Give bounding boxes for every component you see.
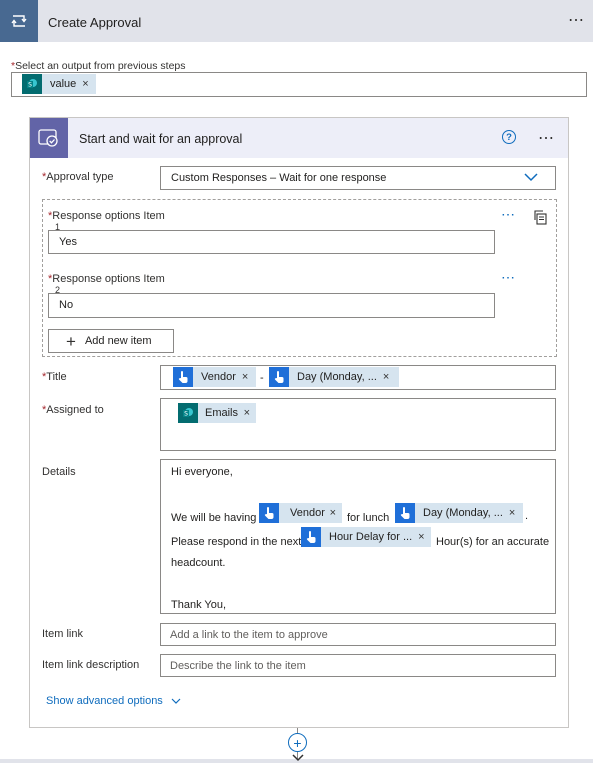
approval-type-value: Custom Responses – Wait for one response bbox=[171, 172, 387, 184]
output-select-label-text: Select an output from previous steps bbox=[15, 60, 186, 72]
token-remove-button[interactable]: × bbox=[509, 507, 521, 519]
response-option-1-value: Yes bbox=[59, 236, 77, 248]
assigned-to-label: *Assigned to bbox=[42, 404, 104, 416]
token-remove-button[interactable]: × bbox=[418, 531, 430, 543]
hand-pointer-icon bbox=[395, 503, 415, 523]
response-option-1-more-button[interactable]: ⋯ bbox=[501, 206, 516, 223]
item-link-placeholder: Add a link to the item to approve bbox=[170, 629, 328, 641]
token-label: Vendor bbox=[290, 507, 325, 519]
sharepoint-icon: S bbox=[178, 403, 198, 423]
details-line4: headcount. bbox=[171, 557, 226, 569]
token-label: Day (Monday, ... bbox=[423, 507, 503, 519]
response-option-1-label: *Response options Item bbox=[48, 210, 165, 222]
add-new-item-button[interactable]: + Add new item bbox=[48, 329, 174, 353]
details-label: Details bbox=[42, 466, 76, 478]
details-greeting: Hi everyone, bbox=[171, 466, 233, 478]
approval-icon bbox=[30, 118, 68, 158]
token-vendor[interactable]: Vendor × bbox=[259, 503, 342, 523]
svg-text:S: S bbox=[28, 82, 32, 89]
svg-text:S: S bbox=[184, 411, 188, 418]
help-icon[interactable]: ? bbox=[502, 130, 516, 144]
details-line2-suffix: . bbox=[525, 510, 529, 522]
copy-icon[interactable] bbox=[533, 209, 548, 228]
token-label: Day (Monday, ... bbox=[297, 371, 377, 383]
token-vendor[interactable]: Vendor × bbox=[173, 367, 256, 387]
response-option-1-input[interactable] bbox=[48, 230, 495, 254]
response-option-2-input[interactable] bbox=[48, 293, 495, 318]
item-link-description-placeholder: Describe the link to the item bbox=[170, 660, 306, 672]
approval-type-label: *Approval type bbox=[42, 171, 114, 183]
title-separator: - bbox=[260, 372, 264, 384]
token-remove-button[interactable]: × bbox=[330, 507, 342, 519]
token-value[interactable]: S value × bbox=[22, 74, 96, 94]
show-advanced-options-label: Show advanced options bbox=[46, 695, 163, 707]
response-option-2-more-button[interactable]: ⋯ bbox=[501, 269, 516, 286]
hand-pointer-icon bbox=[259, 503, 279, 523]
loop-icon bbox=[0, 0, 38, 42]
arrow-down-icon bbox=[292, 753, 304, 765]
response-option-2-value: No bbox=[59, 299, 74, 311]
item-link-description-label: Item link description bbox=[42, 659, 140, 671]
response-option-2-label-text: Response options Item bbox=[52, 273, 165, 285]
token-label: Vendor bbox=[201, 371, 236, 383]
title-label-text: Title bbox=[46, 371, 67, 383]
show-advanced-options-link[interactable]: Show advanced options bbox=[46, 695, 181, 707]
details-line3-prefix: Please respond in the next bbox=[171, 536, 302, 548]
response-option-2-label: *Response options Item bbox=[48, 273, 165, 285]
details-signoff: Thank You, bbox=[171, 599, 227, 611]
title-label: *Title bbox=[42, 371, 67, 383]
approval-card-title: Start and wait for an approval bbox=[79, 132, 243, 146]
output-select-input[interactable] bbox=[11, 72, 587, 97]
output-select-label: *Select an output from previous steps bbox=[11, 60, 186, 72]
token-remove-button[interactable]: × bbox=[82, 78, 94, 90]
assigned-to-label-text: Assigned to bbox=[46, 404, 104, 416]
details-line2-prefix: We will be having bbox=[171, 512, 257, 524]
chevron-down-icon[interactable] bbox=[524, 172, 538, 185]
hand-pointer-icon bbox=[173, 367, 193, 387]
details-line3-suffix: Hour(s) for an accurate bbox=[436, 536, 550, 548]
approval-type-label-text: Approval type bbox=[46, 171, 114, 183]
token-hour-delay[interactable]: Hour Delay for ... × bbox=[301, 527, 431, 547]
token-remove-button[interactable]: × bbox=[242, 371, 254, 383]
action-title: Create Approval bbox=[48, 15, 142, 30]
insert-step-button[interactable]: + bbox=[288, 733, 307, 752]
hand-pointer-icon bbox=[269, 367, 289, 387]
item-link-label: Item link bbox=[42, 628, 83, 640]
details-line2-mid: for lunch bbox=[347, 512, 390, 524]
token-label: value bbox=[50, 78, 77, 90]
response-option-1-label-text: Response options Item bbox=[52, 210, 165, 222]
sharepoint-icon: S bbox=[22, 74, 42, 94]
add-new-item-label: Add new item bbox=[84, 335, 152, 347]
token-label: Hour Delay for ... bbox=[329, 531, 413, 543]
token-remove-button[interactable]: × bbox=[383, 371, 395, 383]
token-emails[interactable]: S Emails × bbox=[178, 403, 256, 423]
chevron-down-icon bbox=[171, 698, 181, 705]
approval-more-button[interactable]: ⋯ bbox=[538, 128, 555, 148]
token-day[interactable]: Day (Monday, ... × bbox=[395, 503, 523, 523]
plus-icon: + bbox=[66, 331, 76, 351]
hand-pointer-icon bbox=[301, 527, 321, 547]
token-day[interactable]: Day (Monday, ... × bbox=[269, 367, 399, 387]
token-label: Emails bbox=[205, 407, 239, 419]
token-remove-button[interactable]: × bbox=[244, 407, 256, 419]
action-more-button[interactable]: ⋯ bbox=[568, 10, 585, 30]
